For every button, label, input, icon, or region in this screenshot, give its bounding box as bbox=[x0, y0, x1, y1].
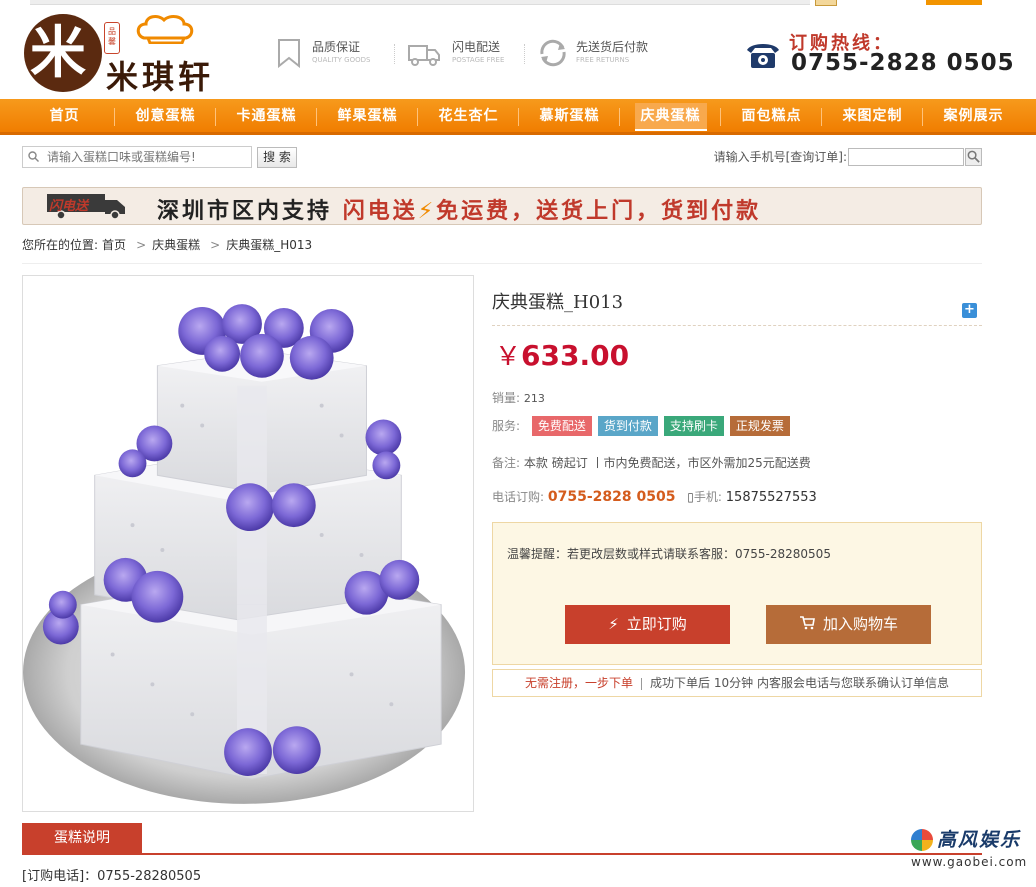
cart-icon bbox=[799, 616, 815, 630]
note-text: 本款 磅起订 丨市内免费配送，市区外需加25元配送费 bbox=[523, 456, 811, 470]
breadcrumb-home[interactable]: 首页 bbox=[102, 238, 126, 252]
lightning-icon: ⚡ bbox=[417, 199, 437, 224]
service-tag: 免费配送 bbox=[531, 416, 592, 436]
nav-item[interactable]: 创意蛋糕 bbox=[115, 99, 216, 135]
nav-item[interactable]: 卡通蛋糕 bbox=[216, 99, 317, 135]
sales-count: 213 bbox=[523, 392, 545, 405]
phone-row: 电话订购: 0755-2828 0505 ▯手机: 15875527553 bbox=[492, 489, 817, 505]
service-tag: 支持刷卡 bbox=[663, 416, 724, 436]
feature-quality: 品质保证 QUALITY GOODS bbox=[276, 36, 406, 76]
search-icon bbox=[28, 151, 39, 162]
telephone-icon bbox=[747, 44, 779, 68]
nav-item[interactable]: 慕斯蛋糕 bbox=[519, 99, 620, 135]
note-row: 备注: 本款 磅起订 丨市内免费配送，市区外需加25元配送费 bbox=[492, 456, 811, 470]
breadcrumb: 您所在的位置: 首页 > 庆典蛋糕 > 庆典蛋糕_H013 bbox=[22, 236, 982, 264]
delivery-van-icon: 闪电送 bbox=[47, 194, 127, 220]
order-query-input[interactable] bbox=[848, 148, 964, 166]
nav-item[interactable]: 庆典蛋糕 bbox=[620, 99, 721, 135]
nav-item[interactable]: 来图定制 bbox=[822, 99, 923, 135]
expand-icon[interactable]: + bbox=[962, 303, 977, 318]
nav-item[interactable]: 首页 bbox=[14, 99, 115, 135]
order-phone-line: [订购电话]：0755-28280505 bbox=[22, 869, 202, 884]
service-tag: 正规发票 bbox=[729, 416, 790, 436]
chevron-right-icon: > bbox=[136, 238, 147, 252]
chevron-right-icon: > bbox=[210, 238, 221, 252]
product-image[interactable] bbox=[22, 275, 474, 812]
brand-name: 米琪轩 bbox=[106, 58, 215, 96]
mobile-number: 15875527553 bbox=[725, 490, 817, 505]
header: 米 品馨 米琪轩 品质保证 QUALITY GOODS 闪电配送 POSTAGE… bbox=[0, 6, 1036, 99]
search-icon bbox=[967, 150, 980, 163]
buy-now-button[interactable]: ⚡ 立即订购 bbox=[565, 605, 730, 644]
reminder-box: 温馨提醒：若更改层数或样式请联系客服：0755-28280505 ⚡ 立即订购 加… bbox=[492, 522, 982, 665]
feature-delivery: 闪电配送 POSTAGE FREE bbox=[406, 36, 536, 76]
watermark-logo-icon bbox=[911, 829, 933, 851]
hotline-number: 0755-2828 0505 bbox=[791, 50, 1015, 76]
search-input[interactable] bbox=[47, 150, 247, 164]
cake-photo bbox=[23, 304, 466, 804]
breadcrumb-current: 庆典蛋糕_H013 bbox=[226, 238, 313, 252]
truck-icon bbox=[408, 45, 440, 66]
search-field[interactable] bbox=[22, 146, 252, 168]
watermark: 高风娱乐 www.gaobei.com bbox=[905, 823, 1026, 875]
divider bbox=[492, 325, 982, 326]
detail-tabs: 蛋糕说明 bbox=[22, 823, 982, 855]
sales-row: 销量: 213 bbox=[492, 391, 545, 405]
banner-badge: 闪电送 bbox=[49, 199, 89, 214]
add-to-cart-button[interactable]: 加入购物车 bbox=[766, 605, 931, 644]
order-query-label: 请输入手机号[查询订单]: bbox=[713, 150, 847, 164]
logo[interactable]: 米 品馨 米琪轩 bbox=[24, 14, 229, 96]
mobile-icon: ▯ bbox=[687, 490, 694, 504]
logo-mark: 米 bbox=[24, 14, 102, 92]
feature-returns: 先送货后付款 FREE RETURNS bbox=[536, 36, 666, 76]
nav-item[interactable]: 面包糕点 bbox=[721, 99, 822, 135]
order-query-button[interactable] bbox=[965, 148, 982, 166]
reminder-text: 温馨提醒：若更改层数或样式请联系客服：0755-28280505 bbox=[507, 547, 831, 561]
search-button[interactable]: 搜 索 bbox=[257, 147, 297, 168]
product-price: ￥633.00 bbox=[495, 339, 630, 372]
search-bar: 搜 索 请输入手机号[查询订单]: bbox=[22, 146, 982, 168]
banner-text: 深圳市区内支持 闪电送⚡免运费，送货上门，货到付款 bbox=[157, 199, 762, 224]
nav-item[interactable]: 鲜果蛋糕 bbox=[317, 99, 418, 135]
tab-cake-description[interactable]: 蛋糕说明 bbox=[22, 823, 142, 853]
chef-hat-icon bbox=[136, 15, 194, 44]
nav-item[interactable]: 花生杏仁 bbox=[418, 99, 519, 135]
service-row: 服务: 免费配送 货到付款 支持刷卡 正规发票 bbox=[492, 416, 796, 436]
order-phone-number: 0755-2828 0505 bbox=[547, 489, 676, 505]
breadcrumb-prefix: 您所在的位置: bbox=[22, 238, 99, 252]
breadcrumb-category[interactable]: 庆典蛋糕 bbox=[152, 238, 200, 252]
nav-item[interactable]: 案例展示 bbox=[923, 99, 1024, 135]
return-icon bbox=[540, 39, 566, 67]
bookmark-icon bbox=[278, 39, 300, 68]
promo-banner[interactable]: 闪电送 深圳市区内支持 闪电送⚡免运费，送货上门，货到付款 bbox=[22, 187, 982, 225]
quick-order-note: 无需注册，一步下单 成功下单后 10分钟 内客服会电话与您联系确认订单信息 bbox=[492, 669, 982, 697]
main-nav: 首页 创意蛋糕 卡通蛋糕 鲜果蛋糕 花生杏仁 慕斯蛋糕 庆典蛋糕 面包糕点 来图定制 案例展示 bbox=[0, 99, 1036, 135]
service-tag: 货到付款 bbox=[597, 416, 658, 436]
product-title: 庆典蛋糕_H013 bbox=[492, 292, 624, 313]
logo-seal: 品馨 bbox=[104, 22, 120, 54]
lightning-icon: ⚡ bbox=[608, 615, 619, 633]
